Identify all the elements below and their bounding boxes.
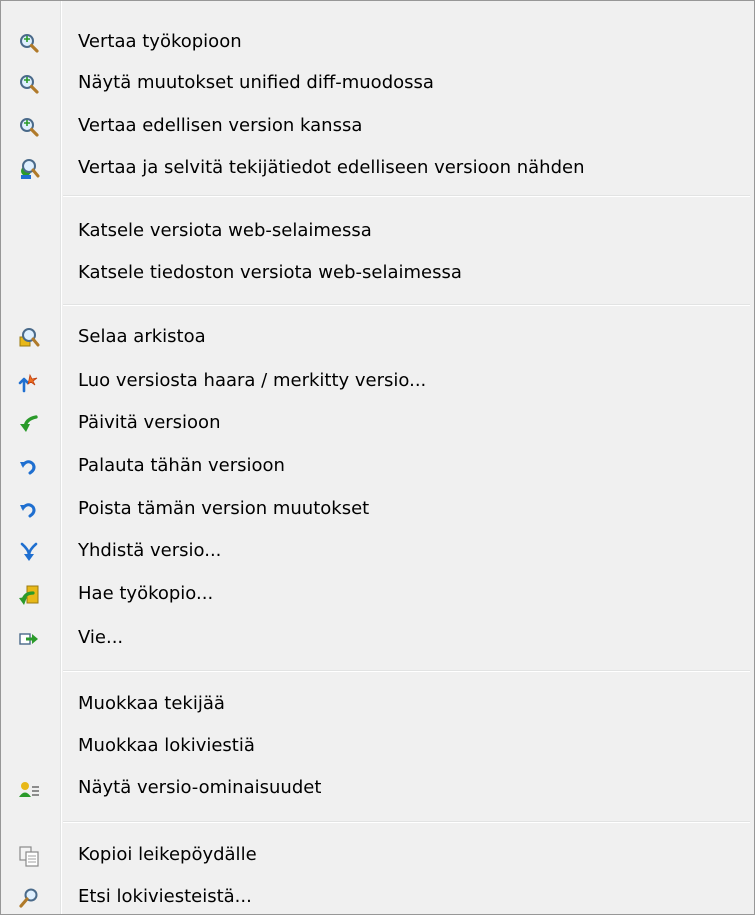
branch-tag-icon <box>18 371 40 393</box>
update-icon <box>18 413 40 435</box>
menu-separator <box>63 821 750 823</box>
menu-separator <box>63 304 750 306</box>
menu-separator <box>63 670 750 672</box>
menu-item-label: Yhdistä versio... <box>78 540 222 561</box>
menu-item-view-file-in-browser[interactable]: Katsele tiedoston versiota web-selaimess… <box>4 253 751 293</box>
merge-icon <box>18 541 40 563</box>
context-menu: Vertaa työkopioon Näytä muutokset unifie… <box>0 0 755 915</box>
menu-item-view-in-browser[interactable]: Katsele versiota web-selaimessa <box>4 211 751 251</box>
menu-item-label: Muokkaa tekijää <box>78 693 225 714</box>
menu-item-blame-compare[interactable]: Vertaa ja selvitä tekijätiedot edellisee… <box>4 148 751 188</box>
menu-item-label: Vertaa ja selvitä tekijätiedot edellisee… <box>78 157 585 178</box>
menu-item-label: Vie... <box>78 627 124 648</box>
menu-item-label: Selaa arkistoa <box>78 326 206 347</box>
menu-item-show-revision-properties[interactable]: Näytä versio-ominaisuudet <box>4 768 751 808</box>
menu-item-browse-repository[interactable]: Selaa arkistoa <box>4 317 751 357</box>
menu-item-label: Vertaa työkopioon <box>78 31 242 52</box>
menu-item-label: Päivitä versioon <box>78 412 221 433</box>
magnifier-icon <box>18 116 40 138</box>
menu-item-compare-previous[interactable]: Vertaa edellisen version kanssa <box>4 106 751 146</box>
repo-browser-icon <box>18 327 40 349</box>
magnifier-icon <box>18 32 40 54</box>
menu-item-label: Kopioi leikepöydälle <box>78 844 257 865</box>
menu-item-label: Vertaa edellisen version kanssa <box>78 115 363 136</box>
menu-item-label: Palauta tähän versioon <box>78 455 285 476</box>
menu-item-revert-changes[interactable]: Poista tämän version muutokset <box>4 489 751 529</box>
menu-separator <box>63 195 750 197</box>
menu-item-compare-working-copy[interactable]: Vertaa työkopioon <box>4 22 751 62</box>
revert-icon <box>18 456 40 478</box>
menu-item-edit-log-message[interactable]: Muokkaa lokiviestiä <box>4 726 751 766</box>
menu-item-edit-author[interactable]: Muokkaa tekijää <box>4 684 751 724</box>
menu-item-create-branch-tag[interactable]: Luo versiosta haara / merkitty versio... <box>4 361 751 401</box>
menu-item-label: Muokkaa lokiviestiä <box>78 735 255 756</box>
menu-item-label: Näytä muutokset unified diff-muodossa <box>78 72 434 93</box>
magnifier-icon <box>18 73 40 95</box>
blame-compare-icon <box>18 158 40 180</box>
menu-item-label: Poista tämän version muutokset <box>78 498 370 519</box>
menu-item-label: Katsele tiedoston versiota web-selaimess… <box>78 262 462 283</box>
menu-item-copy-to-clipboard[interactable]: Kopioi leikepöydälle <box>4 835 751 875</box>
menu-item-label: Näytä versio-ominaisuudet <box>78 777 322 798</box>
menu-item-revert-to-revision[interactable]: Palauta tähän versioon <box>4 446 751 486</box>
copy-icon <box>18 845 40 867</box>
menu-item-label: Etsi lokiviesteistä... <box>78 886 252 907</box>
menu-item-label: Hae työkopio... <box>78 583 214 604</box>
menu-item-label: Luo versiosta haara / merkitty versio... <box>78 370 427 391</box>
checkout-icon <box>18 584 40 606</box>
menu-item-update-to-revision[interactable]: Päivitä versioon <box>4 403 751 443</box>
menu-item-checkout[interactable]: Hae työkopio... <box>4 574 751 614</box>
menu-item-label: Katsele versiota web-selaimessa <box>78 220 372 241</box>
menu-item-search-log[interactable]: Etsi lokiviesteistä... <box>4 877 751 917</box>
properties-icon <box>18 778 40 800</box>
revert-icon <box>18 499 40 521</box>
menu-item-unified-diff[interactable]: Näytä muutokset unified diff-muodossa <box>4 63 751 103</box>
search-icon <box>18 887 40 909</box>
menu-item-export[interactable]: Vie... <box>4 618 751 658</box>
export-icon <box>18 628 40 650</box>
menu-item-merge-revision[interactable]: Yhdistä versio... <box>4 531 751 571</box>
